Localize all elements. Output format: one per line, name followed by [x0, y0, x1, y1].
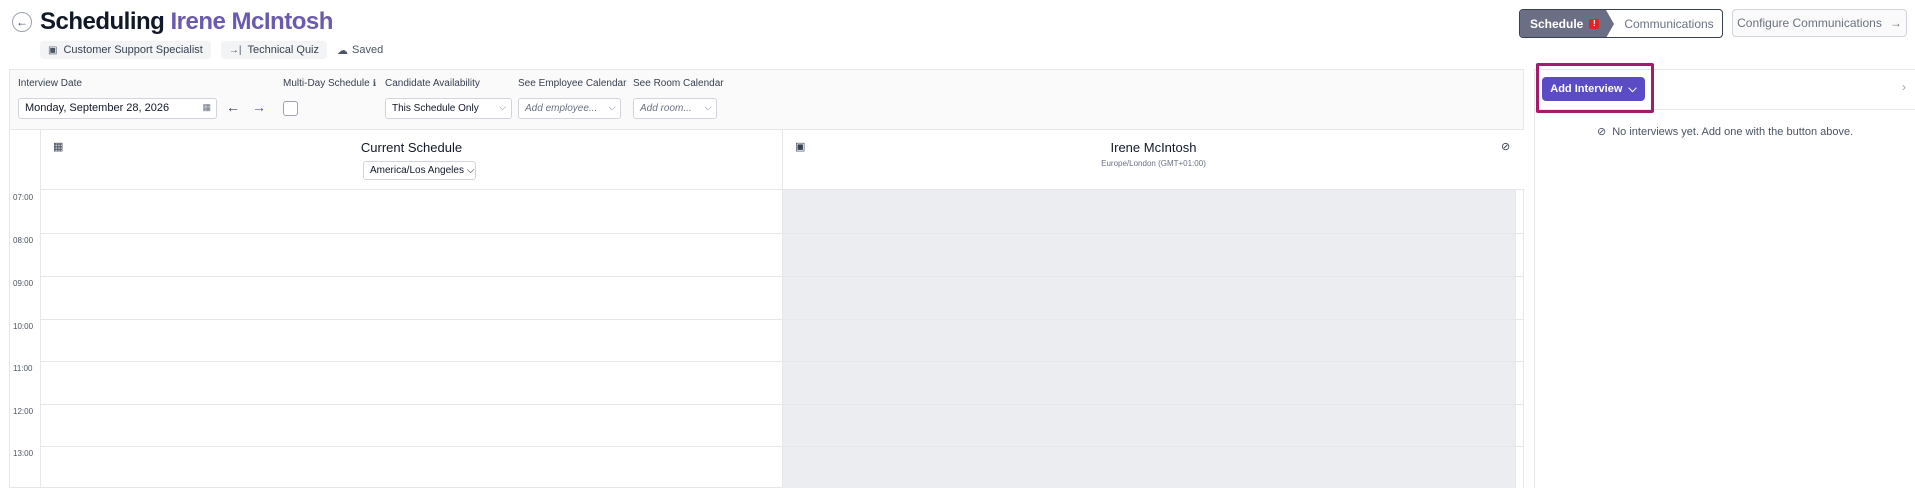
- cloud-check-icon: ☁: [337, 44, 349, 57]
- step-schedule[interactable]: Schedule !: [1520, 10, 1614, 37]
- hour-line: [41, 446, 1524, 447]
- calendar-icon: ▦: [202, 102, 211, 112]
- hour-line: [41, 233, 1524, 234]
- hour-label: 11:00: [13, 364, 33, 373]
- hour-line: [41, 276, 1524, 277]
- calendar-scrollbar[interactable]: [1515, 190, 1523, 488]
- timezone-select[interactable]: America/Los Angeles ⌵: [363, 161, 476, 180]
- chevron-down-icon: ⌵: [608, 102, 615, 112]
- availability-select[interactable]: This Schedule Only ⌵: [385, 98, 512, 119]
- candidate-name: Irene McIntosh: [170, 8, 334, 35]
- info-icon[interactable]: ℹ: [373, 78, 376, 88]
- chevron-down-icon: ⌵: [499, 102, 506, 112]
- chevron-down-icon: ⌵: [1628, 82, 1637, 95]
- filters-bar: Interview Date Monday, September 28, 202…: [9, 69, 1524, 129]
- empty-state-message: ⊘ No interviews yet. Add one with the bu…: [1597, 125, 1854, 139]
- arrow-right-icon: →: [1889, 16, 1902, 30]
- next-day-button[interactable]: →: [252, 99, 266, 115]
- saved-status: ☁ Saved: [337, 44, 384, 57]
- candidate-header: ▣ Irene McIntosh Europe/London (GMT+01:0…: [783, 130, 1524, 190]
- hour-label: 09:00: [13, 279, 34, 288]
- step-communications[interactable]: Communications: [1606, 10, 1722, 37]
- hour-line: [41, 319, 1524, 320]
- arrow-into-icon: →|: [228, 44, 242, 56]
- multi-day-label: Multi-Day Schedule ℹ: [283, 78, 377, 89]
- page-title: Scheduling Irene McIntosh: [40, 8, 334, 35]
- hour-label: 12:00: [13, 407, 34, 416]
- stage-chip: →| Technical Quiz: [220, 41, 328, 59]
- multi-day-checkbox[interactable]: [283, 101, 298, 116]
- employee-select[interactable]: Add employee... ⌵: [518, 98, 621, 119]
- empty-circle-icon: ⊘: [1597, 126, 1607, 138]
- candidate-unavailable-area: [783, 190, 1515, 488]
- arrow-left-icon: ←: [16, 15, 28, 29]
- hour-line: [41, 404, 1524, 405]
- alert-badge: !: [1589, 18, 1600, 29]
- hour-label: 13:00: [13, 449, 34, 458]
- hour-label: 08:00: [13, 236, 34, 245]
- hour-label: 10:00: [13, 322, 34, 331]
- meta-row: ▣ Customer Support Specialist →| Technic…: [40, 41, 383, 59]
- hour-label: 07:00: [13, 193, 34, 202]
- hour-line: [41, 361, 1524, 362]
- add-interview-button[interactable]: Add Interview ⌵: [1542, 77, 1645, 101]
- configure-communications-button[interactable]: Configure Communications →: [1732, 9, 1907, 37]
- employee-calendar-label: See Employee Calendar: [518, 78, 627, 89]
- availability-label: Candidate Availability: [385, 78, 480, 89]
- job-chip: ▣ Customer Support Specialist: [40, 41, 211, 59]
- interview-date-label: Interview Date: [18, 78, 82, 89]
- time-gutter: [10, 130, 41, 488]
- step-nav: Schedule ! Communications: [1519, 9, 1723, 38]
- briefcase-icon: ▣: [48, 44, 58, 56]
- eye-off-icon[interactable]: ⊘: [1501, 140, 1510, 153]
- chevron-down-icon: ⌵: [466, 165, 475, 176]
- calendar-grid: ▦ Current Schedule America/Los Angeles ⌵…: [9, 129, 1524, 488]
- candidate-timezone: Europe/London (GMT+01:00): [1101, 159, 1206, 168]
- back-button[interactable]: ←: [12, 12, 32, 32]
- candidate-column-title: Irene McIntosh: [1110, 140, 1197, 155]
- room-calendar-label: See Room Calendar: [633, 78, 724, 89]
- current-schedule-header: ▦ Current Schedule America/Los Angeles ⌵: [41, 130, 782, 190]
- current-schedule-title: Current Schedule: [360, 140, 463, 155]
- interview-date-input[interactable]: Monday, September 28, 2026 ▦: [18, 98, 217, 119]
- chevron-down-icon: ⌵: [704, 102, 711, 112]
- room-select[interactable]: Add room... ⌵: [633, 98, 717, 119]
- chevron-right-icon[interactable]: ›: [1902, 80, 1906, 94]
- prev-day-button[interactable]: ←: [226, 99, 240, 115]
